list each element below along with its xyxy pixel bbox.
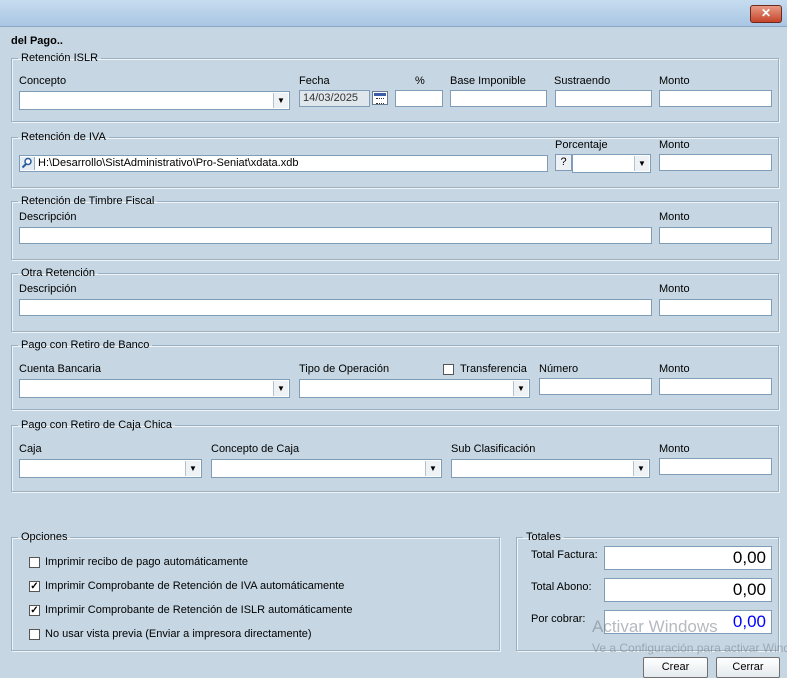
banco-cuenta-select[interactable]: ▼	[19, 379, 290, 398]
caja-monto-label: Monto	[659, 443, 690, 455]
close-button[interactable]: ✕	[750, 5, 782, 23]
islr-pct-label: %	[415, 75, 425, 87]
islr-concepto-select[interactable]: ▼	[19, 91, 290, 110]
opcion-iva-checkbox[interactable]: ✓	[29, 581, 40, 592]
caja-select[interactable]: ▼	[19, 459, 202, 478]
calendar-icon[interactable]	[372, 91, 388, 105]
iva-porcentaje-label: Porcentaje	[555, 139, 608, 151]
caja-monto-field[interactable]	[659, 458, 772, 475]
activation-watermark-text: Ve a Configuración para activar Windows.	[592, 641, 787, 655]
islr-sustraendo-label: Sustraendo	[554, 75, 611, 87]
chevron-down-icon[interactable]: ▼	[273, 93, 288, 108]
otra-legend: Otra Retención	[21, 267, 95, 279]
islr-pct-field[interactable]	[395, 90, 443, 107]
iva-legend: Retención de IVA	[21, 131, 106, 143]
banco-tipo-select[interactable]: ▼	[299, 379, 530, 398]
otra-descripcion-field[interactable]	[19, 299, 652, 316]
opcion-recibo-checkbox[interactable]	[29, 557, 40, 568]
chevron-down-icon[interactable]: ▼	[425, 461, 440, 476]
caja-subclas-select[interactable]: ▼	[451, 459, 650, 478]
islr-concepto-label: Concepto	[19, 75, 67, 87]
islr-group: Retención ISLR	[11, 52, 779, 122]
caja-group: Pago con Retiro de Caja Chica	[11, 419, 779, 492]
timbre-descripcion-label: Descripción	[19, 211, 77, 223]
otra-monto-label: Monto	[659, 283, 690, 295]
page-title: del Pago..	[11, 35, 63, 47]
banco-numero-label: Número	[539, 363, 579, 375]
transferencia-checkbox[interactable]	[443, 364, 454, 375]
opciones-legend: Opciones	[21, 531, 68, 543]
opcion-recibo-label: Imprimir recibo de pago automáticamente	[45, 556, 248, 568]
chevron-down-icon[interactable]: ▼	[633, 461, 648, 476]
iva-path-field[interactable]: H:\Desarrollo\SistAdministrativo\Pro-Sen…	[19, 155, 548, 172]
timbre-legend: Retención de Timbre Fiscal	[21, 195, 155, 207]
timbre-monto-field[interactable]	[659, 227, 772, 244]
opcion-iva-label: Imprimir Comprobante de Retención de IVA…	[45, 580, 345, 592]
cerrar-button[interactable]: Cerrar	[716, 657, 780, 678]
iva-monto-label: Monto	[659, 139, 690, 151]
chevron-down-icon[interactable]: ▼	[634, 156, 649, 171]
opcion-vista-previa-checkbox[interactable]	[29, 629, 40, 640]
total-abono-label: Total Abono:	[531, 581, 592, 593]
caja-caja-label: Caja	[19, 443, 42, 455]
caja-concepto-label: Concepto de Caja	[211, 443, 300, 455]
chevron-down-icon[interactable]: ▼	[273, 381, 288, 396]
islr-monto-field[interactable]	[659, 90, 772, 107]
islr-fecha-field[interactable]: 14/03/2025	[299, 90, 370, 107]
chevron-down-icon[interactable]: ▼	[185, 461, 200, 476]
islr-legend: Retención ISLR	[21, 52, 99, 64]
search-icon[interactable]	[20, 157, 35, 170]
opcion-vista-previa-label: No usar vista previa (Enviar a impresora…	[45, 628, 312, 640]
activation-watermark-title: Activar Windows	[592, 617, 718, 636]
iva-porcentaje-select[interactable]: ▼	[572, 154, 651, 173]
opcion-islr-checkbox[interactable]: ✓	[29, 605, 40, 616]
islr-monto-label: Monto	[659, 75, 690, 87]
otra-monto-field[interactable]	[659, 299, 772, 316]
opcion-islr-label: Imprimir Comprobante de Retención de ISL…	[45, 604, 353, 616]
crear-button[interactable]: Crear	[643, 657, 708, 678]
banco-monto-label: Monto	[659, 363, 690, 375]
timbre-descripcion-field[interactable]	[19, 227, 652, 244]
islr-fecha-label: Fecha	[299, 75, 330, 87]
totales-legend: Totales	[526, 531, 561, 543]
iva-help-button[interactable]: ?	[555, 154, 572, 171]
banco-tipo-label: Tipo de Operación	[299, 363, 390, 375]
por-cobrar-label: Por cobrar:	[531, 613, 586, 625]
banco-legend: Pago con Retiro de Banco	[21, 339, 150, 351]
islr-base-field[interactable]	[450, 90, 547, 107]
otra-descripcion-label: Descripción	[19, 283, 77, 295]
total-factura-label: Total Factura:	[531, 549, 598, 561]
iva-monto-field[interactable]	[659, 154, 772, 171]
banco-transferencia-label: Transferencia	[460, 363, 527, 375]
banco-monto-field[interactable]	[659, 378, 772, 395]
caja-legend: Pago con Retiro de Caja Chica	[21, 419, 173, 431]
islr-base-label: Base Imponible	[450, 75, 526, 87]
total-factura-value: 0,00	[604, 546, 772, 570]
timbre-monto-label: Monto	[659, 211, 690, 223]
title-bar: ✕	[0, 0, 787, 27]
banco-numero-field[interactable]	[539, 378, 652, 395]
caja-subclas-label: Sub Clasificación	[451, 443, 536, 455]
iva-path-value: H:\Desarrollo\SistAdministrativo\Pro-Sen…	[38, 157, 299, 169]
islr-sustraendo-field[interactable]	[555, 90, 652, 107]
banco-cuenta-label: Cuenta Bancaria	[19, 363, 101, 375]
caja-concepto-select[interactable]: ▼	[211, 459, 442, 478]
total-abono-value: 0,00	[604, 578, 772, 602]
chevron-down-icon[interactable]: ▼	[513, 381, 528, 396]
